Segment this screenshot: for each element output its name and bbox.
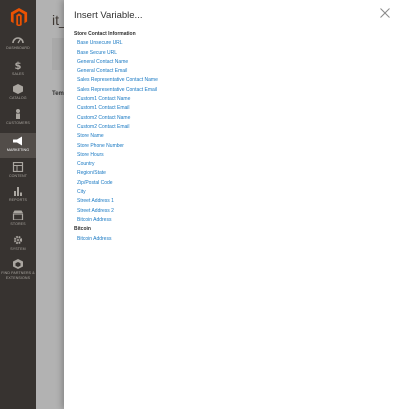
variable-list: Store Contact Information Base Unsecure … [74,30,394,244]
variable-link[interactable]: Custom1 Contact Name [74,95,394,104]
svg-text:$: $ [15,61,22,70]
store-icon [12,210,24,220]
person-icon [16,109,20,119]
admin-sidebar: DASHBOARD $ SALES CATALOG CUSTOMERS MARK… [0,0,36,409]
sidebar-item-label: CONTENT [8,174,28,178]
variable-link[interactable]: Custom2 Contact Name [74,114,394,123]
variable-link[interactable]: Street Address 2 [74,207,394,216]
variable-link[interactable]: Country [74,160,394,169]
sidebar-item-dashboard[interactable]: DASHBOARD [0,34,36,56]
sidebar-item-label: FIND PARTNERS & EXTENSIONS [1,271,35,280]
sidebar-item-label: STORES [10,222,26,226]
bar-chart-icon [14,187,22,196]
variable-link[interactable]: Street Address 1 [74,197,394,206]
dollar-icon: $ [15,61,22,70]
variable-link[interactable]: Bitcoin Address [74,216,394,225]
sidebar-item-label: REPORTS [8,198,27,202]
sidebar-item-catalog[interactable]: CATALOG [0,84,36,106]
magento-logo-icon[interactable] [10,8,28,26]
variable-link[interactable]: Base Secure URL [74,49,394,58]
variable-link[interactable]: Store Hours [74,151,394,160]
layout-icon [12,162,24,172]
insert-variable-modal: Insert Variable... Store Contact Informa… [64,0,404,409]
dashboard-icon [12,37,24,44]
variable-link[interactable]: Base Unsecure URL [74,39,394,48]
sidebar-item-label: SYSTEM [10,247,26,251]
variable-link[interactable]: Bitcoin Address [74,235,394,244]
group-title-store-contact: Store Contact Information [74,31,136,37]
variable-link[interactable]: Custom1 Contact Email [74,104,394,113]
close-icon [380,8,390,18]
sidebar-item-label: CATALOG [9,96,27,100]
sidebar-item-label: CUSTOMERS [6,121,30,125]
close-button[interactable] [378,6,392,20]
variable-link[interactable]: Sales Representative Contact Name [74,76,394,85]
variable-link[interactable]: General Contact Name [74,58,394,67]
variable-link[interactable]: Region/State [74,169,394,178]
sidebar-item-content[interactable]: CONTENT [0,162,36,184]
gear-icon [13,235,23,245]
group-title-bitcoin: Bitcoin [74,226,91,233]
sidebar-item-label: MARKETING [6,148,30,152]
megaphone-icon [13,136,22,146]
sidebar-item-label: SALES [11,72,25,76]
variable-link[interactable]: Sales Representative Contact Email [74,86,394,95]
variable-link[interactable]: Zip/Postal Code [74,179,394,188]
sidebar-item-label: DASHBOARD [6,46,30,50]
sidebar-item-sales[interactable]: $ SALES [0,60,36,82]
sidebar-item-extensions[interactable]: FIND PARTNERS & EXTENSIONS [0,259,36,289]
variable-link[interactable]: City [74,188,394,197]
variable-link[interactable]: Store Phone Number [74,142,394,151]
sidebar-item-system[interactable]: SYSTEM [0,235,36,257]
modal-title: Insert Variable... [74,10,143,21]
variable-link[interactable]: Store Name [74,132,394,141]
sidebar-item-reports[interactable]: REPORTS [0,186,36,208]
sidebar-item-stores[interactable]: STORES [0,210,36,232]
variable-link[interactable]: Custom2 Contact Email [74,123,394,132]
cube-icon [13,84,23,94]
sidebar-item-customers[interactable]: CUSTOMERS [0,109,36,131]
extensions-icon [13,259,23,269]
sidebar-item-marketing[interactable]: MARKETING [0,133,36,158]
variable-link[interactable]: General Contact Email [74,67,394,76]
